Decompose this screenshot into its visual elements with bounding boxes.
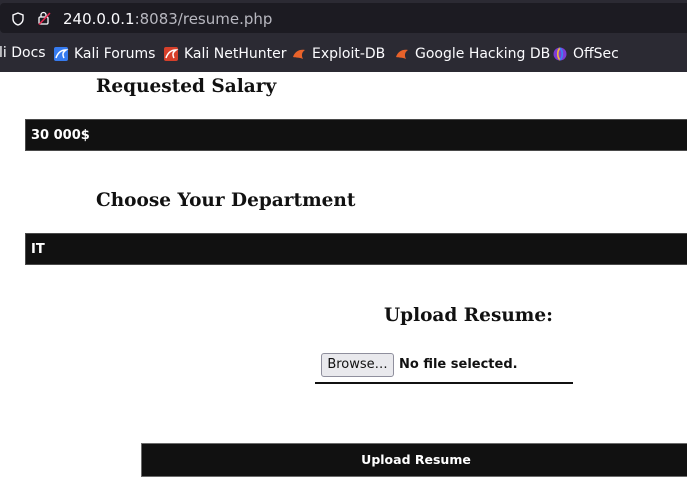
url-path: :8083/resume.php — [134, 10, 273, 28]
bookmark-google-hacking-db[interactable]: Google Hacking DB — [394, 46, 550, 62]
offsec-icon — [553, 47, 567, 61]
url-text[interactable]: 240.0.0.1:8083/resume.php — [63, 12, 272, 27]
department-value: IT — [31, 242, 45, 257]
kali-dragon-icon — [164, 47, 179, 61]
file-status: No file selected. — [399, 357, 518, 372]
department-select[interactable]: IT — [25, 233, 687, 265]
kali-dragon-icon — [54, 47, 69, 61]
bookmark-label: Kali Forums — [74, 45, 156, 62]
bookmarks-bar: li Docs Kali Forums Kali NetHunter Explo… — [0, 38, 687, 70]
bookmark-label: Kali NetHunter — [184, 45, 287, 62]
salary-heading: Requested Salary — [96, 76, 277, 97]
bookmark-kali-nethunter[interactable]: Kali NetHunter — [163, 46, 286, 62]
exploit-db-icon — [293, 49, 305, 59]
bookmark-label: Exploit-DB — [312, 45, 386, 62]
exploit-db-icon — [396, 49, 408, 59]
salary-value: 30 000$ — [31, 128, 90, 143]
browse-button[interactable]: Browse… — [321, 353, 394, 377]
bookmark-offsec[interactable]: OffSec — [552, 46, 619, 62]
bookmark-kali-docs[interactable]: li Docs — [0, 46, 46, 61]
upload-resume-button[interactable]: Upload Resume — [141, 443, 687, 477]
bookmark-label: OffSec — [573, 45, 619, 62]
bookmark-label: Google Hacking DB — [415, 45, 551, 62]
bookmark-label: li Docs — [0, 45, 46, 61]
url-host: 240.0.0.1 — [63, 10, 135, 28]
salary-field[interactable]: 30 000$ — [25, 119, 687, 151]
department-heading: Choose Your Department — [96, 190, 356, 211]
address-bar[interactable]: 240.0.0.1:8083/resume.php — [0, 3, 687, 33]
upload-heading: Upload Resume: — [384, 305, 553, 326]
bookmark-exploit-db[interactable]: Exploit-DB — [291, 46, 385, 62]
browser-toolbar: 240.0.0.1:8083/resume.php li Docs Kali F… — [0, 0, 687, 72]
lock-warning-icon[interactable] — [37, 11, 51, 26]
bookmark-kali-forums[interactable]: Kali Forums — [53, 46, 155, 62]
shield-icon[interactable] — [11, 11, 25, 26]
file-input-underline — [315, 382, 573, 384]
